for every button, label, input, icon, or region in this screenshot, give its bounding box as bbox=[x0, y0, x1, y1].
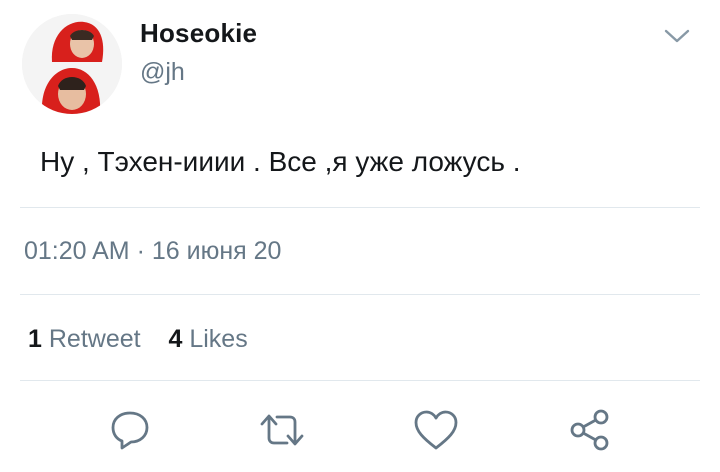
display-name[interactable]: Hoseokie bbox=[140, 18, 257, 49]
retweet-button[interactable] bbox=[258, 406, 306, 454]
likes-label: Likes bbox=[189, 325, 248, 353]
retweet-label: Retweet bbox=[48, 325, 141, 353]
tweet-timestamp: 01:20 AM · 16 июня 20 bbox=[24, 237, 282, 265]
retweet-icon bbox=[260, 414, 304, 446]
divider bbox=[20, 294, 700, 295]
like-button[interactable] bbox=[412, 406, 460, 454]
avatar[interactable] bbox=[22, 14, 122, 114]
retweet-stat[interactable]: 1 Retweet bbox=[28, 325, 148, 353]
reply-icon bbox=[111, 411, 149, 450]
likes-count: 4 bbox=[168, 325, 183, 353]
user-handle[interactable]: @jh bbox=[140, 58, 185, 87]
like-icon bbox=[414, 410, 458, 450]
share-button[interactable] bbox=[566, 406, 614, 454]
retweet-count: 1 bbox=[28, 325, 42, 353]
share-icon bbox=[570, 409, 609, 451]
chevron-down-icon[interactable] bbox=[660, 22, 694, 50]
divider bbox=[20, 380, 700, 381]
divider bbox=[20, 207, 700, 208]
engagement-stats: 1 Retweet 4 Likes bbox=[28, 325, 248, 354]
likes-stat[interactable]: 4 Likes bbox=[162, 325, 248, 353]
reply-button[interactable] bbox=[106, 406, 154, 454]
tweet-text: Ну , Тэхен-ииии . Все ,я уже ложусь . bbox=[40, 146, 521, 177]
